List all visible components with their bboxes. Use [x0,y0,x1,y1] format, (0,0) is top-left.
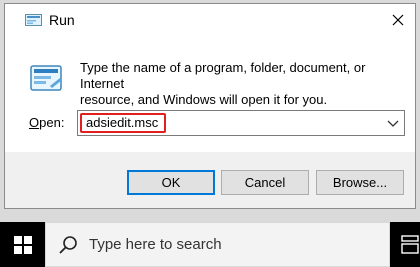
task-view-icon[interactable] [400,234,420,256]
run-app-icon [30,65,62,91]
search-icon [59,236,77,254]
cancel-button[interactable]: Cancel [221,170,309,195]
taskbar-search-box[interactable]: Type here to search [45,222,390,267]
open-label-accelerator: O [29,115,40,130]
dialog-description: Type the name of a program, folder, docu… [80,60,410,108]
description-line-2: resource, and Windows will open it for y… [80,92,328,107]
taskbar: Type here to search [0,222,420,267]
chevron-down-icon[interactable] [386,117,400,129]
screen: Run Type the name of a program, folder, … [0,0,420,267]
description-line-1: Type the name of a program, folder, docu… [80,60,366,91]
close-button[interactable] [383,6,413,34]
browse-button[interactable]: Browse... [316,170,404,195]
ok-button[interactable]: OK [127,170,215,195]
run-app-icon [25,14,42,26]
dialog-title: Run [49,12,75,28]
dialog-titlebar[interactable]: Run [5,4,415,37]
open-input[interactable]: adsiedit.msc [80,113,166,133]
open-label: Open: [29,115,64,130]
windows-logo-icon [13,235,32,254]
search-placeholder: Type here to search [89,236,222,253]
dialog-content: Type the name of a program, folder, docu… [5,37,415,152]
close-icon [392,14,404,26]
open-label-text: pen: [39,115,65,130]
open-combobox[interactable]: adsiedit.msc [77,110,405,136]
run-dialog: Run Type the name of a program, folder, … [4,3,416,209]
dialog-button-bar: OK Cancel Browse... [5,152,415,208]
start-button[interactable] [0,222,45,267]
